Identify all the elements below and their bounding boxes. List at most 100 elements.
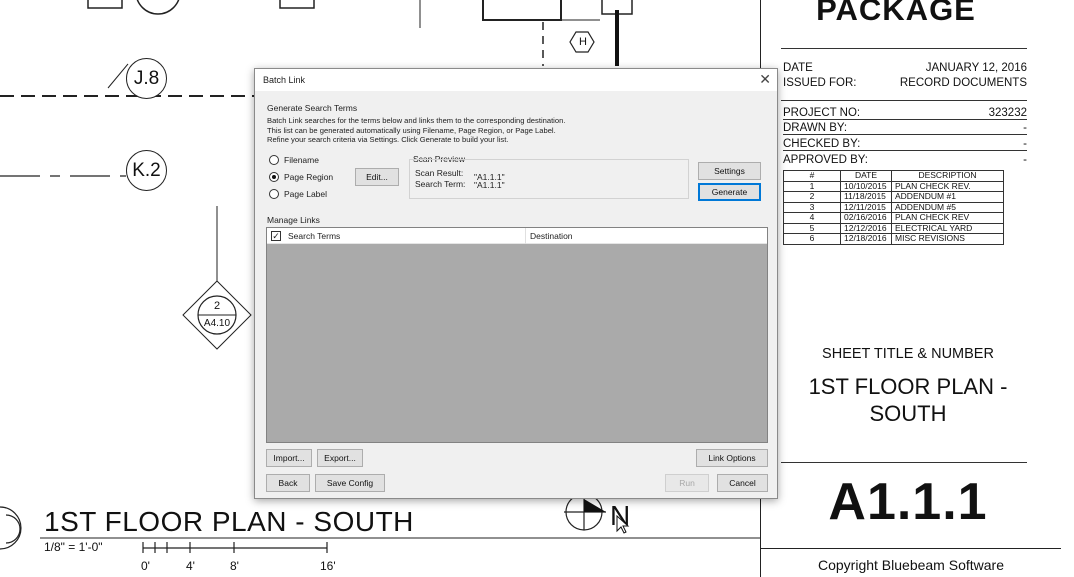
project-label: PROJECT NO: bbox=[783, 107, 861, 119]
approved-label: APPROVED BY: bbox=[783, 154, 869, 166]
export-button[interactable]: Export... bbox=[317, 449, 363, 467]
settings-button[interactable]: Settings bbox=[698, 162, 761, 180]
table-cell: 3 bbox=[783, 201, 841, 213]
column-header-search-terms[interactable]: Search Terms bbox=[288, 231, 340, 241]
plan-title: 1ST FLOOR PLAN - SOUTH bbox=[44, 506, 414, 537]
leader-line bbox=[107, 63, 129, 89]
save-config-button[interactable]: Save Config bbox=[315, 474, 385, 492]
grid-bubble-j8: J.8 bbox=[126, 58, 167, 99]
radio-button[interactable] bbox=[269, 189, 279, 199]
radio-label: Filename bbox=[284, 155, 319, 165]
divider bbox=[781, 100, 1027, 101]
column-header: DESCRIPTION bbox=[891, 170, 1004, 182]
table-cell: ELECTRICAL YARD bbox=[891, 222, 1004, 234]
date-label: DATE bbox=[783, 62, 813, 74]
plan-fixture bbox=[482, 0, 562, 21]
issued-value: RECORD DOCUMENTS bbox=[899, 77, 1027, 89]
table-cell: 1 bbox=[783, 180, 841, 192]
batch-link-dialog: Batch Link ✕ Generate Search Terms Batch… bbox=[254, 68, 778, 534]
plan-fixture bbox=[87, 0, 123, 9]
drawn-label: DRAWN BY: bbox=[783, 122, 848, 134]
description-line: Batch Link searches for the terms below … bbox=[267, 116, 566, 125]
north-arrow-head bbox=[584, 499, 606, 512]
checked-label: CHECKED BY: bbox=[783, 138, 861, 150]
sheet-title: 1ST FLOOR PLAN - SOUTH bbox=[773, 373, 1043, 427]
plan-bubble-partial bbox=[136, 0, 180, 15]
column-header: DATE bbox=[840, 170, 892, 182]
column-header-destination[interactable]: Destination bbox=[530, 231, 573, 241]
title-block: PACKAGE DATE JANUARY 12, 2016 ISSUED FOR… bbox=[760, 0, 1061, 577]
checked-row: CHECKED BY: - bbox=[783, 138, 1027, 151]
run-button[interactable]: Run bbox=[665, 474, 709, 492]
table-row: 2 11/18/2015 ADDENDUM #1 bbox=[783, 191, 1004, 203]
table-row: 6 12/18/2016 MISC REVISIONS bbox=[783, 233, 1004, 245]
issued-row: ISSUED FOR: RECORD DOCUMENTS bbox=[783, 77, 1027, 89]
link-options-button[interactable]: Link Options bbox=[696, 449, 768, 467]
drawn-row: DRAWN BY: - bbox=[783, 122, 1027, 135]
search-term-label: Search Term: bbox=[415, 179, 466, 189]
import-button[interactable]: Import... bbox=[266, 449, 312, 467]
links-list-header: ✓ Search Terms Destination bbox=[267, 228, 767, 244]
links-list[interactable]: ✓ Search Terms Destination bbox=[266, 227, 768, 534]
table-cell: 12/18/2016 bbox=[840, 233, 892, 245]
table-cell: 5 bbox=[783, 222, 841, 234]
grid-bubble-k2: K.2 bbox=[126, 150, 167, 191]
date-row: DATE JANUARY 12, 2016 bbox=[783, 62, 1027, 74]
generate-description: Batch Link searches for the terms below … bbox=[267, 116, 647, 145]
generate-button[interactable]: Generate bbox=[698, 183, 761, 201]
table-header-row: # DATE DESCRIPTION bbox=[783, 170, 1004, 182]
plan-scale: 1/8" = 1'-0" bbox=[44, 540, 103, 554]
table-row: 4 02/16/2016 PLAN CHECK REV bbox=[783, 212, 1004, 224]
plan-fixture bbox=[279, 0, 315, 9]
project-row: PROJECT NO: 323232 bbox=[783, 107, 1027, 120]
table-row: 3 12/11/2015 ADDENDUM #5 bbox=[783, 201, 1004, 213]
radio-filename[interactable]: Filename bbox=[269, 155, 319, 165]
table-cell: 4 bbox=[783, 212, 841, 224]
description-line: Refine your search criteria via Settings… bbox=[267, 135, 509, 144]
back-button[interactable]: Back bbox=[266, 474, 310, 492]
copyright-text: Copyright Bluebeam Software bbox=[761, 548, 1061, 573]
package-title: PACKAGE bbox=[816, 0, 976, 27]
dialog-title: Batch Link bbox=[263, 75, 306, 85]
table-cell: 12/11/2015 bbox=[840, 201, 892, 213]
manage-links-label: Manage Links bbox=[267, 215, 320, 225]
radio-page-region[interactable]: Page Region bbox=[269, 172, 333, 182]
radio-button[interactable] bbox=[269, 155, 279, 165]
section-marker-number: 2 bbox=[213, 300, 221, 312]
table-cell: PLAN CHECK REV. bbox=[891, 180, 1004, 192]
table-cell: 6 bbox=[783, 233, 841, 245]
table-cell: MISC REVISIONS bbox=[891, 233, 1004, 245]
grid-bubble-label: K.2 bbox=[132, 159, 161, 181]
table-row: 1 10/10/2015 PLAN CHECK REV. bbox=[783, 180, 1004, 192]
approved-value: - bbox=[1023, 154, 1027, 166]
sheet-title-line: 1ST FLOOR PLAN - bbox=[808, 374, 1008, 399]
table-cell: 02/16/2016 bbox=[840, 212, 892, 224]
dialog-titlebar[interactable]: Batch Link ✕ bbox=[255, 69, 777, 91]
radio-label: Page Region bbox=[284, 172, 334, 182]
table-cell: ADDENDUM #5 bbox=[891, 201, 1004, 213]
revisions-table: # DATE DESCRIPTION 1 10/10/2015 PLAN CHE… bbox=[783, 170, 1004, 245]
radio-button[interactable] bbox=[269, 172, 279, 182]
column-separator[interactable] bbox=[525, 228, 526, 244]
date-value: JANUARY 12, 2016 bbox=[925, 62, 1027, 74]
divider bbox=[781, 462, 1027, 463]
grid-bubble-label: J.8 bbox=[133, 67, 160, 89]
cancel-button[interactable]: Cancel bbox=[717, 474, 768, 492]
scale-label: 8' bbox=[230, 559, 239, 573]
drawn-value: - bbox=[1023, 122, 1027, 134]
radio-label: Page Label bbox=[284, 189, 328, 199]
edit-button[interactable]: Edit... bbox=[355, 168, 399, 186]
search-term-value: "A1.1.1" bbox=[474, 180, 505, 190]
project-value: 323232 bbox=[988, 107, 1027, 119]
sheet-title-line: SOUTH bbox=[869, 401, 947, 426]
close-icon[interactable]: ✕ bbox=[759, 71, 771, 88]
sheet-title-label: SHEET TITLE & NUMBER bbox=[822, 346, 994, 362]
radio-page-label[interactable]: Page Label bbox=[269, 189, 327, 199]
scale-label: 16' bbox=[320, 559, 336, 573]
select-all-checkbox[interactable]: ✓ bbox=[271, 231, 281, 241]
section-marker-sheet: A4.10 bbox=[203, 318, 231, 329]
scale-label: 4' bbox=[186, 559, 195, 573]
table-cell: 10/10/2015 bbox=[840, 180, 892, 192]
checked-value: - bbox=[1023, 138, 1027, 150]
scan-result-label: Scan Result: bbox=[415, 168, 464, 178]
